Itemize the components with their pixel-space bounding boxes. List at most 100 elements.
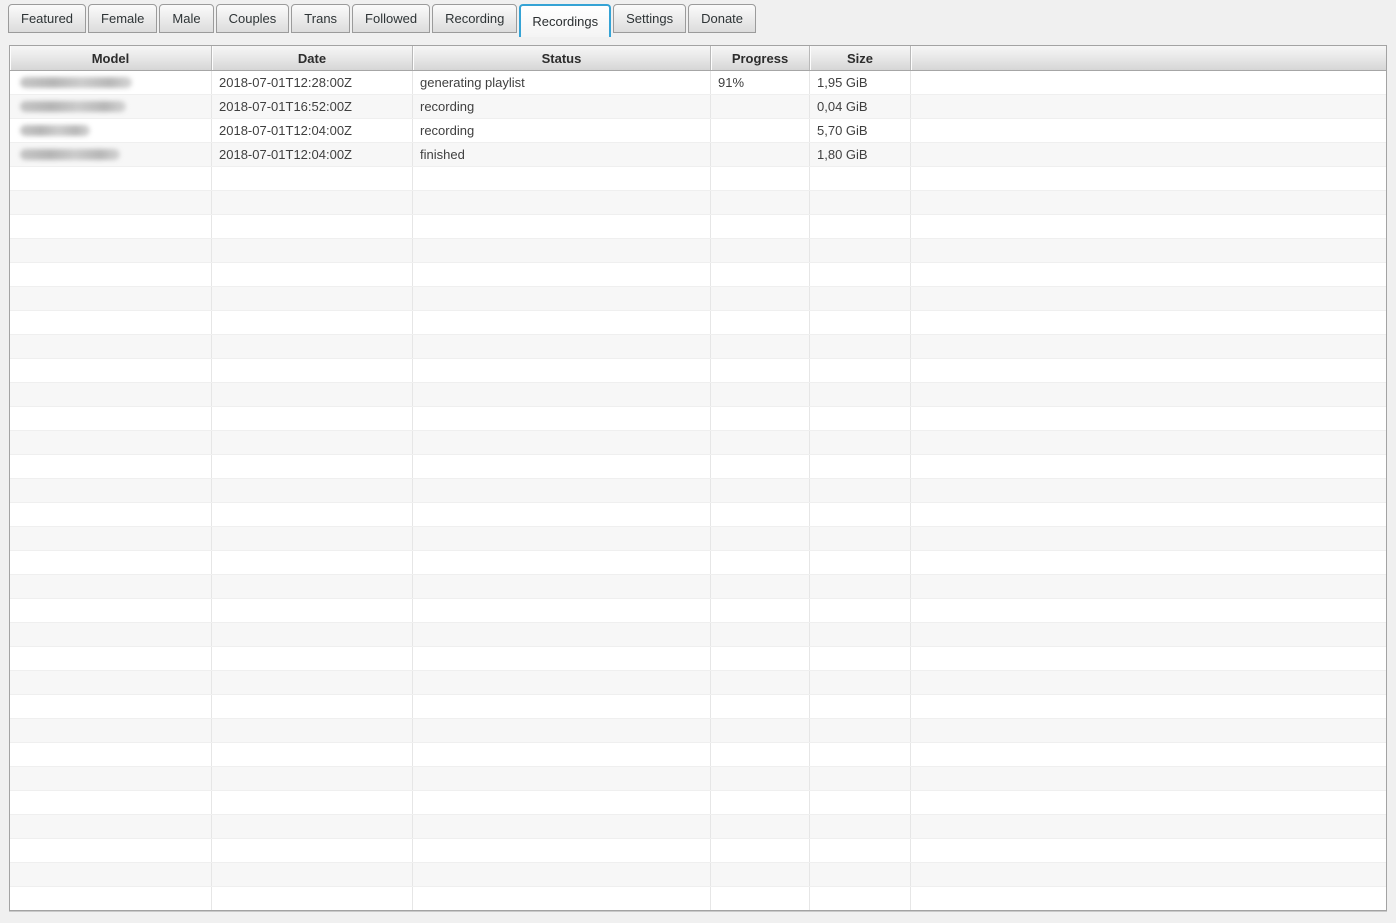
cell-status: [413, 695, 711, 718]
cell-date: 2018-07-01T12:04:00Z: [212, 119, 413, 142]
cell-size: 1,95 GiB: [810, 71, 911, 94]
cell-progress: [711, 695, 810, 718]
cell-status: [413, 407, 711, 430]
cell-extra: [911, 599, 1386, 622]
cell-model: [10, 287, 212, 310]
table-row-empty[interactable]: [10, 239, 1386, 263]
tab-male[interactable]: Male: [159, 4, 213, 33]
cell-progress: [711, 791, 810, 814]
cell-size: [810, 767, 911, 790]
cell-progress: [711, 839, 810, 862]
table-row-empty[interactable]: [10, 383, 1386, 407]
table-row-empty[interactable]: [10, 263, 1386, 287]
table-row-empty[interactable]: [10, 695, 1386, 719]
column-header-model[interactable]: Model: [10, 46, 212, 70]
cell-model: [10, 479, 212, 502]
cell-size: [810, 791, 911, 814]
cell-extra: [911, 455, 1386, 478]
cell-size: [810, 815, 911, 838]
cell-extra: [911, 815, 1386, 838]
column-header-size[interactable]: Size: [810, 46, 911, 70]
cell-date: 2018-07-01T16:52:00Z: [212, 95, 413, 118]
cell-model: [10, 119, 212, 142]
table-row-empty[interactable]: [10, 479, 1386, 503]
cell-extra: [911, 335, 1386, 358]
cell-size: [810, 839, 911, 862]
tab-recording[interactable]: Recording: [432, 4, 517, 33]
table-row-empty[interactable]: [10, 191, 1386, 215]
cell-size: [810, 503, 911, 526]
cell-status: [413, 215, 711, 238]
cell-size: [810, 359, 911, 382]
column-header-extra: [911, 46, 1386, 70]
table-row-empty[interactable]: [10, 719, 1386, 743]
table-row-empty[interactable]: [10, 311, 1386, 335]
table-row-empty[interactable]: [10, 815, 1386, 839]
table-row-empty[interactable]: [10, 359, 1386, 383]
column-header-progress[interactable]: Progress: [711, 46, 810, 70]
table-row-empty[interactable]: [10, 743, 1386, 767]
table-row-empty[interactable]: [10, 791, 1386, 815]
cell-size: 0,04 GiB: [810, 95, 911, 118]
cell-progress: [711, 503, 810, 526]
cell-extra: [911, 551, 1386, 574]
table-row[interactable]: 2018-07-01T12:28:00Zgenerating playlist9…: [10, 71, 1386, 95]
cell-status: recording: [413, 95, 711, 118]
cell-progress: [711, 863, 810, 886]
table-row-empty[interactable]: [10, 863, 1386, 887]
cell-extra: [911, 719, 1386, 742]
table-row-empty[interactable]: [10, 431, 1386, 455]
cell-model: [10, 695, 212, 718]
table-row-empty[interactable]: [10, 647, 1386, 671]
cell-size: [810, 743, 911, 766]
cell-progress: [711, 671, 810, 694]
table-row-empty[interactable]: [10, 407, 1386, 431]
tab-trans[interactable]: Trans: [291, 4, 350, 33]
column-header-status[interactable]: Status: [413, 46, 711, 70]
table-row-empty[interactable]: [10, 599, 1386, 623]
table-row-empty[interactable]: [10, 839, 1386, 863]
cell-size: [810, 599, 911, 622]
cell-model: [10, 191, 212, 214]
table-row-empty[interactable]: [10, 503, 1386, 527]
table-row-empty[interactable]: [10, 767, 1386, 791]
cell-status: [413, 431, 711, 454]
table-row-empty[interactable]: [10, 215, 1386, 239]
column-header-date[interactable]: Date: [212, 46, 413, 70]
cell-model: [10, 815, 212, 838]
tab-female[interactable]: Female: [88, 4, 157, 33]
table-row-empty[interactable]: [10, 335, 1386, 359]
cell-status: [413, 647, 711, 670]
tab-donate[interactable]: Donate: [688, 4, 756, 33]
cell-status: [413, 671, 711, 694]
cell-model: [10, 719, 212, 742]
cell-date: [212, 671, 413, 694]
cell-model: [10, 335, 212, 358]
table-row[interactable]: 2018-07-01T12:04:00Zfinished1,80 GiB: [10, 143, 1386, 167]
redacted-model-name: [20, 125, 90, 136]
table-row-empty[interactable]: [10, 551, 1386, 575]
tab-followed[interactable]: Followed: [352, 4, 430, 33]
table-row-empty[interactable]: [10, 623, 1386, 647]
cell-date: [212, 719, 413, 742]
table-row-empty[interactable]: [10, 287, 1386, 311]
tab-recordings[interactable]: Recordings: [519, 4, 611, 37]
redacted-model-name: [20, 77, 132, 88]
cell-status: [413, 191, 711, 214]
table-row[interactable]: 2018-07-01T12:04:00Zrecording5,70 GiB: [10, 119, 1386, 143]
cell-extra: [911, 119, 1386, 142]
table-row-empty[interactable]: [10, 167, 1386, 191]
table-row-empty[interactable]: [10, 671, 1386, 695]
tab-featured[interactable]: Featured: [8, 4, 86, 33]
cell-status: [413, 335, 711, 358]
table-row[interactable]: 2018-07-01T16:52:00Zrecording 0,04 GiB: [10, 95, 1386, 119]
cell-date: [212, 551, 413, 574]
table-row-empty[interactable]: [10, 455, 1386, 479]
table-row-empty[interactable]: [10, 527, 1386, 551]
cell-size: [810, 167, 911, 190]
tab-settings[interactable]: Settings: [613, 4, 686, 33]
table-row-empty[interactable]: [10, 887, 1386, 911]
cell-size: [810, 215, 911, 238]
table-row-empty[interactable]: [10, 575, 1386, 599]
tab-couples[interactable]: Couples: [216, 4, 290, 33]
